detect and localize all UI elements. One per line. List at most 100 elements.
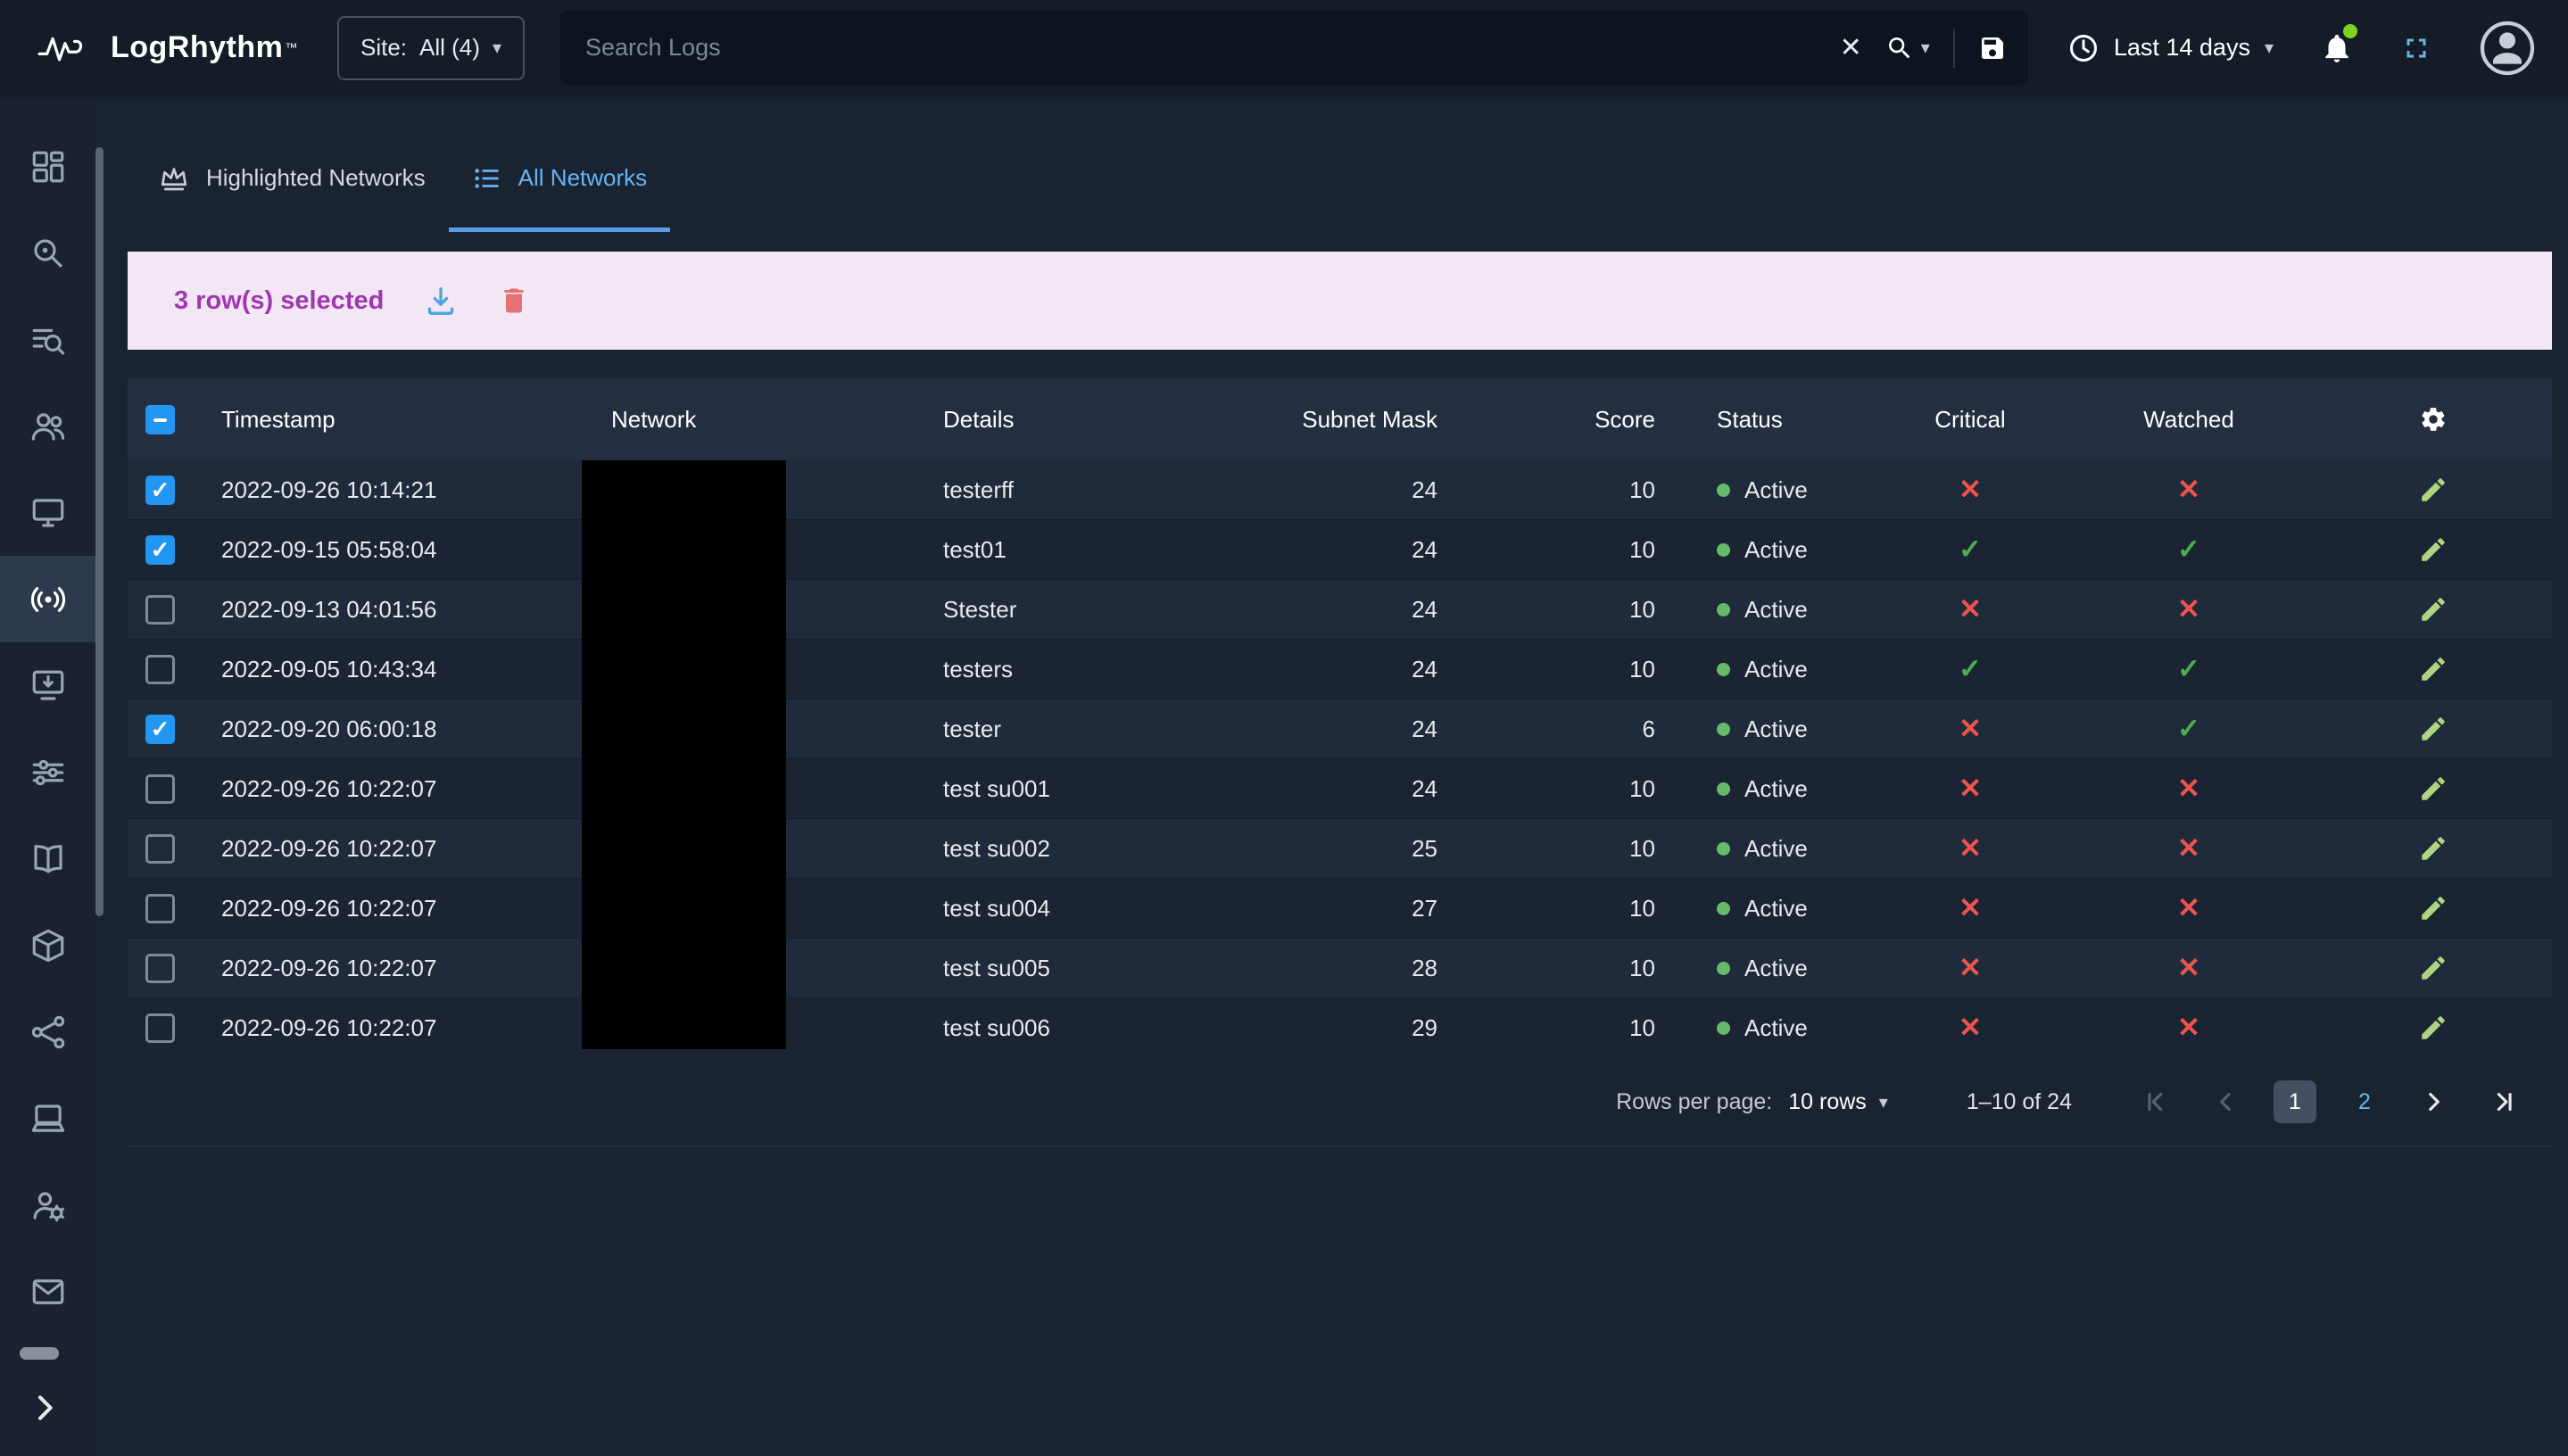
cell-timestamp: 2022-09-15 05:58:04 <box>221 536 611 564</box>
site-selector[interactable]: Site: All (4) ▾ <box>337 16 525 80</box>
tab-all-networks[interactable]: All Networks <box>449 128 670 232</box>
sidebar-item-agents[interactable] <box>0 642 96 729</box>
cell-score: 10 <box>1448 656 1666 683</box>
table-row[interactable]: 2022-09-26 10:22:07 test su005 28 10 Act… <box>128 939 2552 998</box>
select-all-checkbox[interactable] <box>145 405 175 434</box>
edit-row-button[interactable] <box>2418 774 2448 804</box>
status-text: Active <box>1744 596 1808 624</box>
edit-row-button[interactable] <box>2418 534 2448 565</box>
table-row[interactable]: 2022-09-26 10:22:07 test su001 24 10 Act… <box>128 759 2552 819</box>
sidebar-item-networks[interactable] <box>0 556 96 642</box>
page-button-2[interactable]: 2 <box>2343 1080 2386 1123</box>
row-checkbox[interactable] <box>145 655 175 684</box>
row-checkbox[interactable] <box>145 715 175 744</box>
close-icon: ✕ <box>1840 32 1862 63</box>
sidebar-item-mail[interactable] <box>0 1248 96 1335</box>
edit-row-button[interactable] <box>2418 594 2448 625</box>
table-footer: Rows per page: 10 rows ▾ 1–10 of 24 1 2 <box>128 1058 2552 1147</box>
edit-row-button[interactable] <box>2418 833 2448 864</box>
cell-status: Active <box>1666 895 1876 922</box>
edit-row-button[interactable] <box>2418 714 2448 744</box>
edit-row-button[interactable] <box>2418 1013 2448 1043</box>
rows-per-page-select[interactable]: 10 rows ▾ <box>1788 1089 1888 1115</box>
clear-search-button[interactable]: ✕ <box>1840 32 1862 63</box>
sidebar-item-administration[interactable] <box>0 1162 96 1248</box>
row-checkbox[interactable] <box>145 774 175 804</box>
sidebar-item-dashboards[interactable] <box>0 123 96 210</box>
first-page-button[interactable] <box>2134 1080 2177 1123</box>
table-row[interactable]: 2022-09-26 10:22:07 test su004 27 10 Act… <box>128 879 2552 939</box>
rows-per-page-value: 10 rows <box>1788 1089 1867 1115</box>
row-checkbox[interactable] <box>145 476 175 505</box>
sidebar-item-log-search[interactable] <box>0 296 96 383</box>
cell-timestamp: 2022-09-20 06:00:18 <box>221 716 611 743</box>
cell-subnet-mask: 25 <box>1300 835 1448 863</box>
monitor-icon <box>29 494 67 532</box>
site-value: All (4) <box>419 34 480 62</box>
sidebar-item-endpoints[interactable] <box>0 1075 96 1162</box>
col-status: Status <box>1666 406 1876 434</box>
row-checkbox[interactable] <box>145 1013 175 1043</box>
sidebar-item-case-search[interactable] <box>0 210 96 296</box>
cell-critical: ✓ <box>1876 534 2064 566</box>
column-settings-button[interactable] <box>2419 405 2448 434</box>
sidebar-item-integrations[interactable] <box>0 989 96 1075</box>
edit-row-button[interactable] <box>2418 893 2448 923</box>
row-checkbox[interactable] <box>145 535 175 565</box>
sidebar-item-deployment[interactable] <box>0 902 96 989</box>
cell-watched: ✕ <box>2064 474 2314 506</box>
cell-subnet-mask: 29 <box>1300 1014 1448 1042</box>
sidebar-item-tuning[interactable] <box>0 729 96 815</box>
fullscreen-button[interactable] <box>2400 32 2432 64</box>
tab-highlighted-networks[interactable]: Highlighted Networks <box>135 128 449 232</box>
sidebar-item-monitors[interactable] <box>0 469 96 556</box>
cell-details: test su006 <box>943 1014 1300 1042</box>
table-row[interactable]: 2022-09-05 10:43:34 testers 24 10 Active… <box>128 640 2552 699</box>
notifications-button[interactable] <box>2320 31 2354 65</box>
cell-critical: ✕ <box>1876 713 2064 745</box>
cell-timestamp: 2022-09-05 10:43:34 <box>221 656 611 683</box>
save-search-button[interactable] <box>1978 34 2007 62</box>
export-selected-button[interactable] <box>423 283 459 318</box>
chevron-right-icon <box>27 1390 62 1426</box>
table-row[interactable]: 2022-09-15 05:58:04 test01 24 10 Active … <box>128 520 2552 580</box>
case-search-icon <box>29 235 67 272</box>
status-dot-icon <box>1717 543 1730 557</box>
row-checkbox[interactable] <box>145 834 175 864</box>
delete-selected-button[interactable] <box>498 285 530 317</box>
row-checkbox[interactable] <box>145 595 175 625</box>
search-options-button[interactable]: ▾ <box>1885 34 1930 62</box>
time-range-selector[interactable]: Last 14 days ▾ <box>2067 32 2274 64</box>
laptop-icon <box>29 1100 67 1138</box>
next-page-button[interactable] <box>2413 1080 2456 1123</box>
row-checkbox[interactable] <box>145 894 175 923</box>
edit-row-button[interactable] <box>2418 475 2448 505</box>
status-text: Active <box>1744 895 1808 922</box>
row-checkbox[interactable] <box>145 954 175 983</box>
search-input[interactable] <box>585 34 1817 62</box>
prev-page-button[interactable] <box>2204 1080 2247 1123</box>
sliders-icon <box>29 754 67 791</box>
edit-row-button[interactable] <box>2418 654 2448 684</box>
table-row[interactable]: 2022-09-13 04:01:56 Stester 24 10 Active… <box>128 580 2552 640</box>
cell-details: test su002 <box>943 835 1300 863</box>
watched-mark-icon: ✕ <box>2177 474 2200 505</box>
table-row[interactable]: 2022-09-26 10:22:07 test su006 29 10 Act… <box>128 998 2552 1058</box>
download-icon <box>423 283 459 318</box>
sidebar-item-knowledge[interactable] <box>0 815 96 902</box>
sidebar-item-users[interactable] <box>0 383 96 469</box>
log-search-icon <box>29 321 67 359</box>
sidebar-scrollbar[interactable] <box>95 147 104 916</box>
last-page-button[interactable] <box>2482 1080 2525 1123</box>
table-row[interactable]: 2022-09-20 06:00:18 tester 24 6 Active ✕… <box>128 699 2552 759</box>
page-button-1[interactable]: 1 <box>2274 1080 2316 1123</box>
chevron-down-icon: ▾ <box>493 37 501 59</box>
edit-row-button[interactable] <box>2418 953 2448 983</box>
table-row[interactable]: 2022-09-26 10:14:21 testerff 24 10 Activ… <box>128 460 2552 520</box>
cell-critical: ✕ <box>1876 892 2064 924</box>
critical-mark-icon: ✕ <box>1959 713 1982 744</box>
table-row[interactable]: 2022-09-26 10:22:07 test su002 25 10 Act… <box>128 819 2552 879</box>
user-avatar[interactable] <box>2479 20 2536 77</box>
dashboard-icon <box>29 148 67 186</box>
sidebar-expand-button[interactable] <box>27 1386 70 1429</box>
